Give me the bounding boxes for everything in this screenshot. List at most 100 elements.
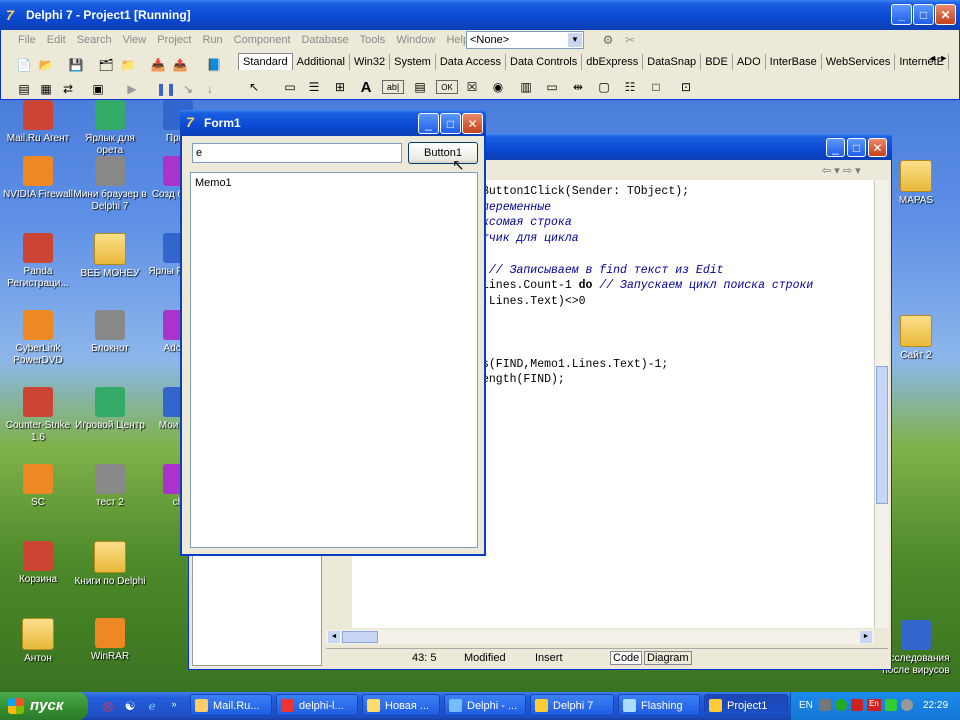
desktop-icon[interactable]: Книги по Delphi bbox=[72, 541, 148, 588]
start-button[interactable]: пуск bbox=[0, 692, 88, 720]
new-form-icon[interactable]: ▣ bbox=[88, 79, 108, 99]
desktop-icon[interactable]: WinRAR bbox=[72, 618, 148, 663]
menu-item-database[interactable]: Database bbox=[302, 34, 349, 46]
form1-memo[interactable]: Memo1 bbox=[190, 172, 478, 548]
menu-item-project[interactable]: Project bbox=[157, 34, 191, 46]
desktop-icon[interactable]: Ярлык для орета bbox=[72, 100, 148, 157]
scrollbar-icon[interactable]: ⇹ bbox=[568, 77, 588, 97]
step-icon[interactable]: ↘ bbox=[178, 79, 198, 99]
taskbar-button[interactable]: Новая ... bbox=[362, 694, 440, 716]
taskbar-button[interactable]: Delphi - ... bbox=[444, 694, 526, 716]
view-unit-icon[interactable]: ▤ bbox=[14, 79, 34, 99]
desktop-icon[interactable]: Мини браузер в Delphi 7 bbox=[72, 156, 148, 213]
new-icon[interactable]: 📄 bbox=[14, 55, 34, 75]
tray-icon-en[interactable]: En bbox=[867, 699, 881, 711]
hscroll-thumb[interactable] bbox=[342, 631, 378, 643]
menu-item-component[interactable]: Component bbox=[234, 34, 291, 46]
save-icon[interactable]: 💾 bbox=[66, 55, 86, 75]
hscroll-right-arrow-icon[interactable]: ► bbox=[860, 631, 872, 643]
quicklaunch-opera-icon[interactable]: ◎ bbox=[98, 696, 118, 716]
edit-icon[interactable]: ab| bbox=[382, 80, 404, 94]
desktop-icon[interactable]: CyberLink PowerDVD bbox=[0, 310, 76, 367]
editor-vertical-scrollbar[interactable] bbox=[874, 180, 889, 628]
toggle-form-icon[interactable]: ⇄ bbox=[58, 79, 78, 99]
minimize-button[interactable]: _ bbox=[891, 4, 912, 25]
combobox-icon[interactable]: ▭ bbox=[542, 77, 562, 97]
tray-icon-2[interactable] bbox=[835, 699, 847, 711]
palette-tab-ado[interactable]: ADO bbox=[733, 54, 766, 70]
palette-tab-additional[interactable]: Additional bbox=[293, 54, 350, 70]
actionlist-icon[interactable]: ⊡ bbox=[676, 77, 696, 97]
desktop-icon[interactable]: SC bbox=[0, 464, 76, 509]
checkbox-icon[interactable]: ☒ bbox=[462, 77, 482, 97]
help-icon[interactable]: 📘 bbox=[204, 55, 224, 75]
palette-tab-webservices[interactable]: WebServices bbox=[822, 54, 896, 70]
panel-icon[interactable]: □ bbox=[646, 77, 666, 97]
desktop-icon[interactable]: NVIDIA Firewall bbox=[0, 156, 76, 201]
desktop-icon[interactable]: Игровой Центр bbox=[72, 387, 148, 432]
palette-tab-data-access[interactable]: Data Access bbox=[436, 54, 506, 70]
desktop-icon[interactable]: Panda Регистраци... bbox=[0, 233, 76, 290]
maximize-button[interactable]: □ bbox=[913, 4, 934, 25]
palette-tab-interbase[interactable]: InterBase bbox=[766, 54, 822, 70]
palette-tab-data-controls[interactable]: Data Controls bbox=[506, 54, 583, 70]
taskbar-button[interactable]: delphi-l... bbox=[276, 694, 358, 716]
form1-minimize-button[interactable]: _ bbox=[418, 113, 439, 134]
editor-nav-arrows[interactable]: ⇦ ▾ ⇨ ▾ bbox=[822, 164, 861, 177]
menu-item-window[interactable]: Window bbox=[396, 34, 435, 46]
mainmenu-icon[interactable]: ☰ bbox=[304, 77, 324, 97]
listbox-icon[interactable]: ▥ bbox=[516, 77, 536, 97]
form1-maximize-button[interactable]: □ bbox=[440, 113, 461, 134]
tray-icon-3[interactable] bbox=[851, 699, 863, 711]
menu-item-view[interactable]: View bbox=[123, 34, 147, 46]
open-project-icon[interactable]: 📁 bbox=[118, 55, 138, 75]
tray-icon-1[interactable] bbox=[819, 699, 831, 711]
form1-edit-field[interactable] bbox=[192, 143, 402, 163]
popupmenu-icon[interactable]: ⊞ bbox=[330, 77, 350, 97]
palette-scroll-arrows[interactable]: ◄ ► bbox=[928, 53, 956, 67]
taskbar-button[interactable]: Delphi 7 bbox=[530, 694, 614, 716]
run-play-icon[interactable]: ▶ bbox=[122, 79, 142, 99]
hscroll-left-arrow-icon[interactable]: ◄ bbox=[328, 631, 340, 643]
tab-diagram[interactable]: Diagram bbox=[644, 651, 692, 665]
desktop-icon[interactable]: Блокнот bbox=[72, 310, 148, 355]
button-icon[interactable]: OK bbox=[436, 80, 458, 94]
palette-tab-datasnap[interactable]: DataSnap bbox=[643, 54, 702, 70]
save-all-icon[interactable]: 🗂 bbox=[96, 55, 116, 75]
quicklaunch-panda-icon[interactable]: ☯ bbox=[120, 696, 140, 716]
language-indicator[interactable]: EN bbox=[799, 700, 813, 711]
scrollbar-thumb[interactable] bbox=[876, 366, 888, 504]
combo-dropdown-arrow-icon[interactable]: ▼ bbox=[568, 33, 582, 47]
quicklaunch-ie-icon[interactable]: ℯ bbox=[142, 696, 162, 716]
component-combo[interactable]: <None> ▼ bbox=[466, 31, 584, 49]
palette-tab-win32[interactable]: Win32 bbox=[350, 54, 391, 70]
view-form-icon[interactable]: ▦ bbox=[36, 79, 56, 99]
quicklaunch-expand-icon[interactable]: » bbox=[164, 694, 184, 714]
radiogroup-icon[interactable]: ☷ bbox=[620, 77, 640, 97]
menu-item-file[interactable]: File bbox=[18, 34, 36, 46]
palette-tab-standard[interactable]: Standard bbox=[238, 53, 293, 70]
groupbox-icon[interactable]: ▢ bbox=[594, 77, 614, 97]
palette-tab-dbexpress[interactable]: dbExpress bbox=[582, 54, 644, 70]
label-icon[interactable]: A bbox=[356, 77, 376, 97]
run-icon[interactable]: ⚙ bbox=[598, 30, 618, 50]
tray-icon-5[interactable] bbox=[901, 699, 913, 711]
stop-icon[interactable]: ✂ bbox=[620, 30, 640, 50]
menu-item-search[interactable]: Search bbox=[77, 34, 112, 46]
tray-icon-4[interactable] bbox=[885, 699, 897, 711]
editor-maximize-button[interactable]: □ bbox=[847, 138, 866, 157]
desktop-icon[interactable]: Антон bbox=[0, 618, 76, 665]
desktop-icon[interactable]: Mail.Ru Агент bbox=[0, 100, 76, 145]
close-button[interactable]: ✕ bbox=[935, 4, 956, 25]
add-file-icon[interactable]: 📥 bbox=[148, 55, 168, 75]
desktop-icon[interactable]: Counter-Strike 1.6 bbox=[0, 387, 76, 444]
palette-tab-system[interactable]: System bbox=[390, 54, 436, 70]
palette-tab-bde[interactable]: BDE bbox=[701, 54, 733, 70]
desktop-icon[interactable]: тест 2 bbox=[72, 464, 148, 509]
menu-item-tools[interactable]: Tools bbox=[360, 34, 386, 46]
taskbar-button[interactable]: Project1 bbox=[704, 694, 788, 716]
editor-close-button[interactable]: ✕ bbox=[868, 138, 887, 157]
taskbar-button[interactable]: Flashing bbox=[618, 694, 700, 716]
memo-icon[interactable]: ▤ bbox=[410, 77, 430, 97]
form1-close-button[interactable]: ✕ bbox=[462, 113, 483, 134]
